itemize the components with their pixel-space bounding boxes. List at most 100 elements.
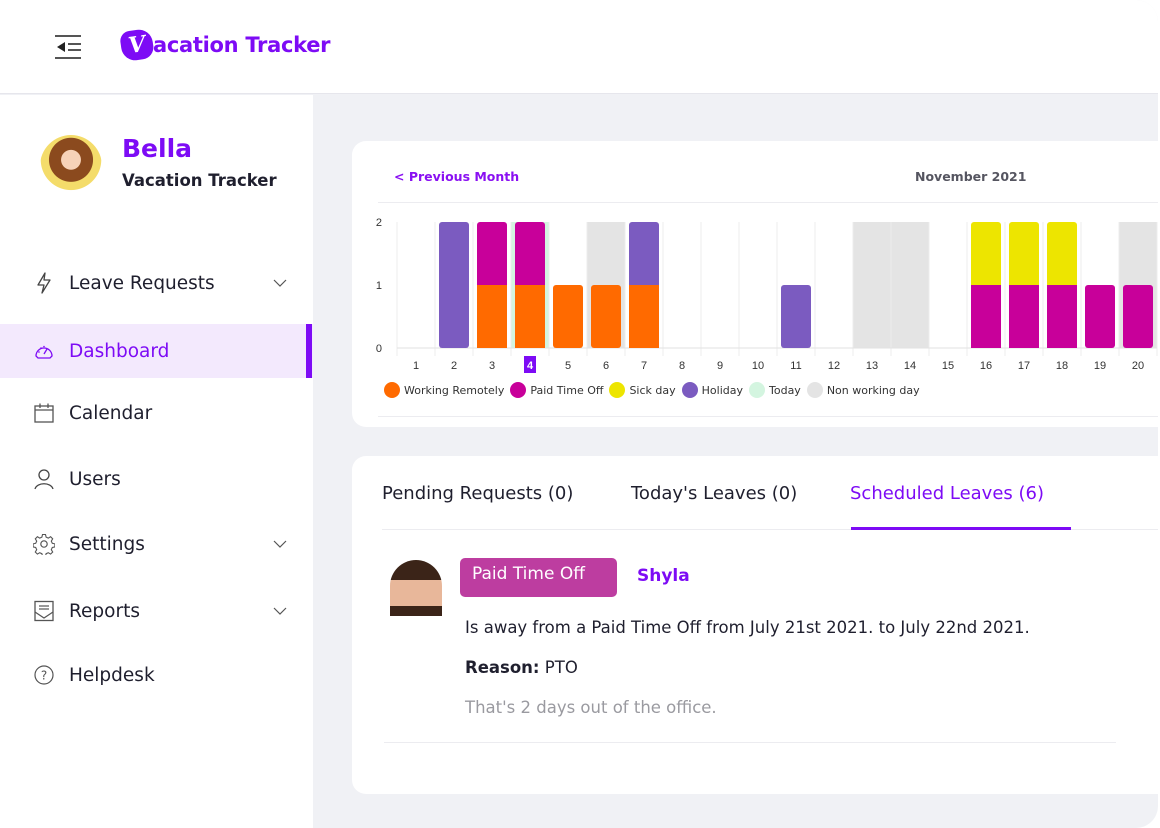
sidebar-item-label: Leave Requests <box>69 272 215 294</box>
bar-paid-time-off <box>1047 285 1077 348</box>
bar-working-remotely <box>477 285 507 348</box>
leave-type-badge: Paid Time Off <box>460 558 617 597</box>
collapse-sidebar-button[interactable] <box>54 34 82 60</box>
leaves-card: Pending Requests (0) Today's Leaves (0) … <box>352 456 1158 794</box>
legend-swatch <box>681 382 698 398</box>
sidebar-item-label: Calendar <box>69 402 153 424</box>
legend-item: Holiday <box>681 382 743 398</box>
active-tab-indicator <box>851 527 1071 530</box>
leave-description: Is away from a Paid Time Off from July 2… <box>465 618 1030 637</box>
chevron-down-icon[interactable] <box>272 606 288 616</box>
x-tick-label-today: 4 <box>527 360 534 372</box>
x-tick-label: 16 <box>980 360 992 372</box>
legend-label: Holiday <box>701 383 743 397</box>
x-tick-label: 11 <box>790 360 801 372</box>
y-tick-label: 0 <box>376 343 382 355</box>
tab-pending-requests[interactable]: Pending Requests (0) <box>382 483 573 504</box>
leave-user-name[interactable]: Shyla <box>637 566 690 586</box>
bar-paid-time-off <box>1123 285 1153 348</box>
x-tick-label: 10 <box>752 360 764 372</box>
legend-item: Working Remotely <box>384 382 504 398</box>
sidebar-item-calendar[interactable]: Calendar <box>0 386 313 440</box>
leave-chart-card: < Previous Month November 2021 012123456… <box>352 141 1158 427</box>
logo-mark-icon: V <box>119 27 155 63</box>
legend-swatch <box>609 382 626 398</box>
x-tick-label: 2 <box>451 360 457 372</box>
bar-working-remotely <box>553 285 583 348</box>
avatar[interactable] <box>390 560 442 626</box>
x-tick-label: 18 <box>1056 360 1068 372</box>
x-tick-label: 20 <box>1132 360 1144 372</box>
divider <box>378 416 1158 417</box>
legend-label: Paid Time Off <box>530 383 604 397</box>
x-tick-label: 12 <box>828 360 840 372</box>
x-tick-label: 19 <box>1094 360 1106 372</box>
profile-organization: Vacation Tracker <box>122 171 277 190</box>
bar-working-remotely <box>515 285 545 348</box>
bar-paid-time-off <box>971 285 1001 348</box>
x-tick-label: 13 <box>866 360 878 372</box>
non-working-day-band <box>891 222 929 348</box>
legend-label: Today <box>769 383 801 397</box>
sidebar-item-label: Dashboard <box>69 340 170 362</box>
calendar-icon <box>33 402 55 424</box>
help-icon: ? <box>33 664 55 686</box>
x-tick-label: 9 <box>717 360 723 372</box>
sidebar-item-dashboard[interactable]: Dashboard <box>0 324 313 378</box>
bar-paid-time-off <box>1085 285 1115 348</box>
legend-item: Paid Time Off <box>510 382 603 398</box>
app-window: V acation Tracker Bella Vacation Tracker… <box>0 0 1158 828</box>
sidebar-item-reports[interactable]: Reports <box>0 584 313 638</box>
bar-holiday <box>781 285 811 348</box>
legend-swatch <box>384 382 400 398</box>
reason-label: Reason: <box>465 658 540 677</box>
svg-text:?: ? <box>41 669 47 683</box>
bar-working-remotely <box>591 285 621 348</box>
sidebar-item-leave-requests[interactable]: Leave Requests <box>0 256 313 310</box>
app-logo[interactable]: V acation Tracker <box>119 27 331 63</box>
bar-segment-fill <box>971 225 1001 285</box>
sidebar-item-label: Reports <box>69 600 140 622</box>
collapse-menu-icon <box>55 35 81 59</box>
reason-value: PTO <box>544 658 578 677</box>
x-tick-label: 1 <box>413 360 419 372</box>
profile-name: Bella <box>122 134 193 163</box>
y-tick-label: 1 <box>376 280 382 292</box>
tab-todays-leaves[interactable]: Today's Leaves (0) <box>631 483 797 504</box>
x-tick-label: 6 <box>603 360 609 372</box>
x-tick-label: 7 <box>641 360 647 372</box>
x-tick-label: 5 <box>565 360 571 372</box>
bar-segment-fill <box>1009 225 1039 285</box>
sidebar-item-label: Users <box>69 468 121 490</box>
bar-working-remotely <box>629 285 659 348</box>
sidebar-item-users[interactable]: Users <box>0 452 313 506</box>
top-header: V acation Tracker <box>0 0 1158 94</box>
sidebar: Bella Vacation Tracker Leave Requests Da… <box>0 95 313 828</box>
x-tick-label: 8 <box>679 360 685 372</box>
x-tick-label: 15 <box>942 360 954 372</box>
sidebar-item-settings[interactable]: Settings <box>0 517 313 571</box>
tab-scheduled-leaves[interactable]: Scheduled Leaves (6) <box>850 483 1044 504</box>
chevron-down-icon[interactable] <box>272 278 288 288</box>
legend-item: Sick day <box>609 382 676 398</box>
x-tick-label: 3 <box>489 360 495 372</box>
gear-icon <box>33 533 55 555</box>
bar-holiday <box>439 222 469 348</box>
report-icon <box>33 600 55 622</box>
avatar[interactable] <box>40 135 102 197</box>
app-name: acation Tracker <box>153 33 331 57</box>
sidebar-item-helpdesk[interactable]: ? Helpdesk <box>0 648 313 702</box>
sidebar-item-label: Settings <box>69 533 145 555</box>
bar-segment-fill <box>515 225 545 285</box>
non-working-day-band <box>853 222 891 348</box>
legend-item: Today <box>749 382 801 398</box>
sidebar-item-label: Helpdesk <box>69 664 155 686</box>
bar-segment-fill <box>1047 225 1077 285</box>
y-tick-label: 2 <box>376 217 382 229</box>
user-icon <box>33 468 55 490</box>
bar-paid-time-off <box>1009 285 1039 348</box>
chevron-down-icon[interactable] <box>272 539 288 549</box>
speedometer-icon <box>33 340 55 362</box>
legend-swatch <box>749 382 765 398</box>
user-profile: Bella Vacation Tracker <box>40 135 277 197</box>
